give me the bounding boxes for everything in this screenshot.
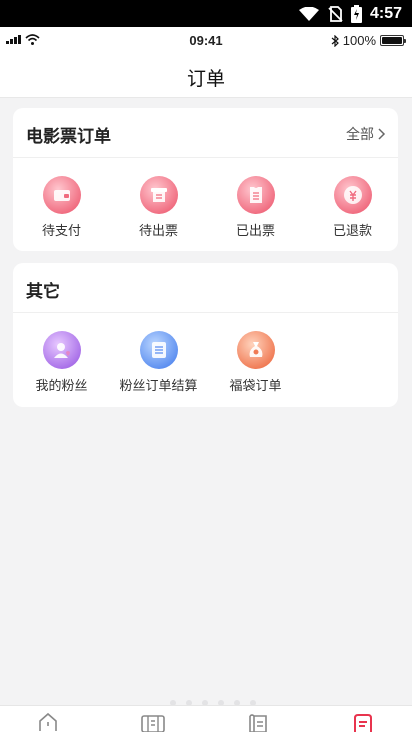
my-fans-entry[interactable]: 我的粉丝 <box>13 331 110 394</box>
wallet-icon <box>42 176 81 214</box>
other-card: 其它 我的粉丝 粉丝订单结算 福袋订单 <box>13 263 398 407</box>
tab-cinema[interactable] <box>138 712 168 732</box>
wifi-icon <box>298 6 319 21</box>
fans-icon <box>42 331 81 369</box>
other-entry-label: 福袋订单 <box>229 379 282 394</box>
bottom-tab-bar <box>0 705 412 732</box>
chevron-right-icon <box>378 128 386 140</box>
page-header: 订单 <box>0 54 412 98</box>
tab-list[interactable] <box>243 712 273 732</box>
tab-orders[interactable] <box>348 712 378 732</box>
other-entry-label: 粉丝订单结算 <box>119 379 198 394</box>
page-title: 订单 <box>186 68 225 90</box>
order-status-ticket-issued[interactable]: 已出票 <box>207 176 304 239</box>
other-entry-label: 我的粉丝 <box>35 379 88 394</box>
lucky-bag-icon <box>236 331 275 369</box>
no-sim-icon <box>328 5 343 22</box>
ios-status-bar: 09:41 100% <box>0 27 412 54</box>
other-title: 其它 <box>26 282 60 302</box>
battery-percent: 100% <box>342 33 376 48</box>
ticket-issued-icon <box>236 176 275 214</box>
battery-charging-icon <box>350 4 362 23</box>
list-icon <box>249 714 267 732</box>
fan-order-settlement-entry[interactable]: 粉丝订单结算 <box>110 331 207 394</box>
home-icon <box>39 712 57 731</box>
other-header: 其它 <box>13 263 398 313</box>
bluetooth-icon <box>331 34 339 47</box>
order-status-refunded[interactable]: 已退款 <box>304 176 401 239</box>
lucky-bag-orders-entry[interactable]: 福袋订单 <box>207 331 304 394</box>
ticket-printing-icon <box>139 176 178 214</box>
battery-icon <box>380 35 406 46</box>
order-icon <box>354 714 372 732</box>
tab-home[interactable] <box>33 712 63 732</box>
fan-settlement-icon <box>139 331 178 369</box>
order-status-label: 待支付 <box>41 224 81 239</box>
android-status-bar: 4:57 <box>0 0 412 27</box>
all-orders-link[interactable]: 全部 <box>346 124 386 144</box>
order-status-pending-payment[interactable]: 待支付 <box>13 176 110 239</box>
order-status-label: 待出票 <box>138 224 178 239</box>
all-orders-label: 全部 <box>346 127 374 143</box>
android-clock: 4:57 <box>369 4 402 22</box>
order-status-awaiting-ticket[interactable]: 待出票 <box>110 176 207 239</box>
cinema-icon <box>141 715 165 732</box>
movie-orders-title: 电影票订单 <box>26 127 111 147</box>
refund-icon <box>333 176 372 214</box>
order-status-label: 已出票 <box>235 224 275 239</box>
order-status-label: 已退款 <box>332 224 372 239</box>
movie-orders-card: 电影票订单 全部 待支付 待出票 已出票 已退款 <box>13 108 398 251</box>
movie-orders-header: 电影票订单 全部 <box>13 108 398 158</box>
